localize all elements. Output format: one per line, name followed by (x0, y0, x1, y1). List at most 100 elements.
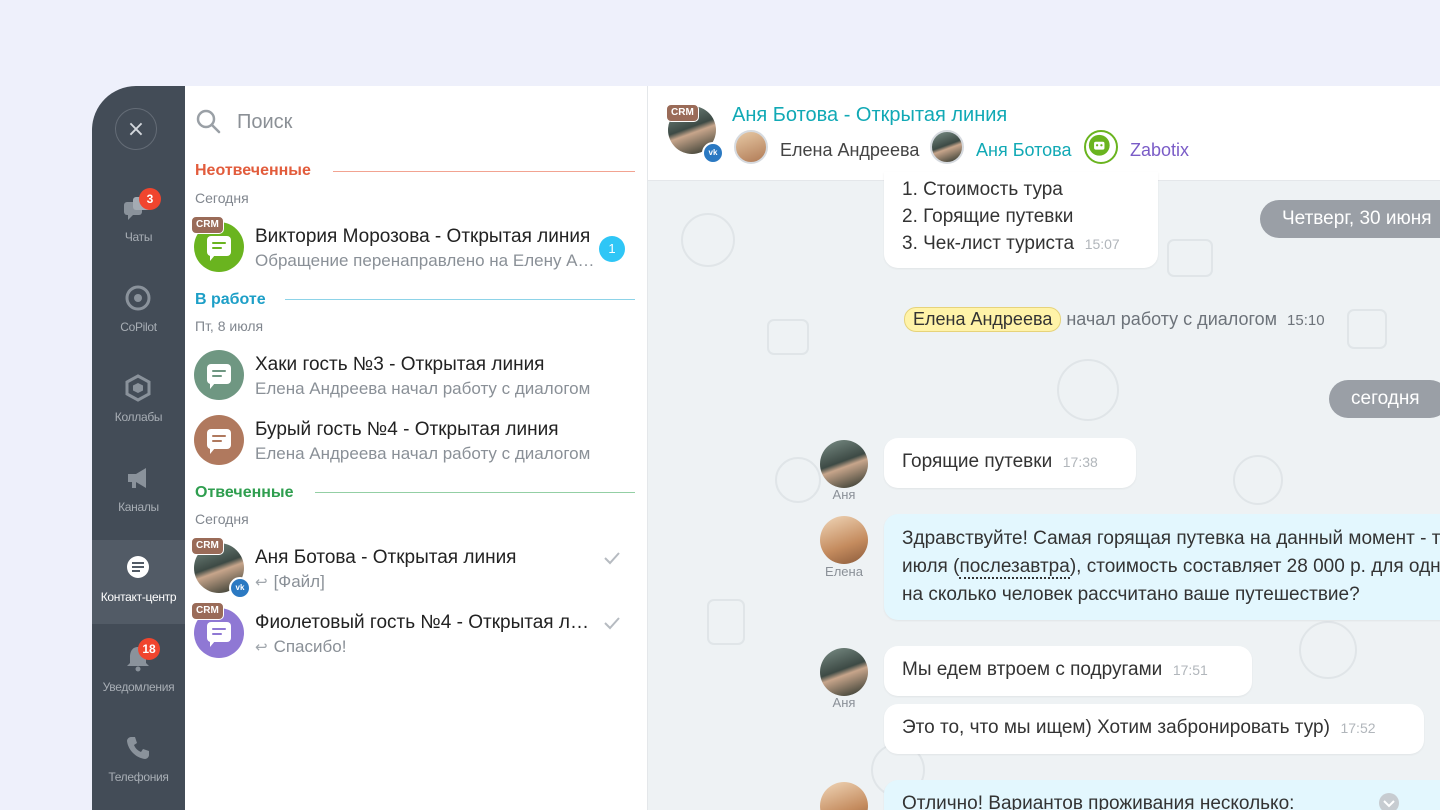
author-name: Елена (825, 564, 863, 579)
crm-badge: CRM (191, 216, 224, 234)
message-time: 17:51 (1172, 662, 1208, 678)
notifications-badge: 18 (138, 638, 160, 660)
search-icon (196, 109, 221, 134)
app-window: × 3 Чаты CoPilot Коллабы Каналы Контакт-… (92, 86, 1440, 810)
chat-name: Фиолетовый гость №4 - Открытая линия (255, 612, 590, 633)
chat-icon (207, 622, 231, 647)
section-title-answered: Отвеченные (195, 484, 294, 501)
chat-item[interactable]: Бурый гость №4 - Открытая линия Елена Ан… (185, 409, 647, 471)
dialog-title[interactable]: Аня Ботова - Открытая линия (732, 104, 1007, 127)
date-label: Сегодня (195, 511, 249, 527)
chat-name: Виктория Морозова - Открытая линия (255, 226, 591, 247)
list-item: 3. Чек-лист туриста 15:07 (902, 233, 1120, 254)
author-avatar[interactable] (820, 440, 868, 488)
check-icon (604, 552, 620, 565)
reply-icon: ↩ (255, 573, 268, 591)
copilot-icon (125, 285, 151, 311)
message-bubble: Это то, что мы ищем) Хотим забронировать… (884, 704, 1424, 754)
crm-badge: CRM (191, 537, 224, 555)
rail-label: Чаты (124, 230, 153, 244)
system-message: Елена Андреева начал работу с диалогом 1… (904, 307, 1325, 332)
member-name: Елена Андреева (780, 140, 920, 160)
megaphone-icon (128, 468, 146, 488)
mention-tag[interactable]: Елена Андреева (904, 307, 1062, 332)
rail-item-copilot[interactable]: CoPilot (92, 270, 185, 354)
chevron-down-icon[interactable] (1378, 792, 1400, 810)
left-rail: × 3 Чаты CoPilot Коллабы Каналы Контакт-… (92, 86, 185, 810)
chat-item[interactable]: Хаки гость №3 - Открытая линия Елена Анд… (185, 344, 647, 406)
chat-item[interactable]: CRM Виктория Морозова - Открытая линия О… (185, 216, 647, 278)
list-item: 2. Горящие путевки (902, 206, 1074, 227)
rail-item-collabs[interactable]: Коллабы (92, 360, 185, 444)
chat-item-selected[interactable]: CRM vk Аня Ботова - Открытая линия ↩ [Фай… (185, 537, 647, 599)
member-avatar (1084, 130, 1118, 164)
reply-icon: ↩ (255, 638, 268, 656)
crm-badge: CRM (191, 602, 224, 620)
message-bubble-outgoing: Здравствуйте! Самая горящая путевка на д… (884, 514, 1440, 620)
date-label: Пт, 8 июля (195, 318, 264, 334)
rail-label: Коллабы (114, 410, 163, 424)
chat-preview: ↩ [Файл] (255, 572, 325, 591)
member-elena[interactable]: Елена Андреева (734, 130, 924, 166)
member-name: Zabotix (1130, 140, 1190, 160)
chat-header: CRM vk Аня Ботова - Открытая линия Елена… (648, 86, 1440, 181)
chat-preview: Обращение перенаправлено на Елену Андрее… (255, 251, 595, 270)
chat-list-panel: Неотвеченные Сегодня CRM Виктория Морозо… (185, 86, 648, 810)
rail-item-telephony[interactable]: Телефония (92, 720, 185, 804)
rail-label: Уведомления (102, 680, 175, 694)
chat-icon (207, 236, 231, 261)
date-separator: Четверг, 30 июня (1260, 200, 1440, 238)
search-input[interactable] (235, 106, 619, 138)
close-button[interactable]: × (115, 108, 157, 150)
author-avatar[interactable] (820, 648, 868, 696)
check-icon (604, 617, 620, 630)
section-divider (315, 492, 635, 493)
chat-icon (207, 429, 231, 454)
rail-label: Каналы (118, 500, 159, 514)
rail-item-contact-center[interactable]: Контакт-центр (92, 540, 185, 624)
author-name: Аня (832, 695, 856, 710)
message-time: 15:07 (1084, 236, 1120, 252)
chat-name: Аня Ботова - Открытая линия (255, 547, 517, 568)
chat-name: Хаки гость №3 - Открытая линия (255, 354, 545, 375)
rail-label: Контакт-центр (100, 590, 177, 604)
vk-icon: vk (702, 142, 724, 164)
member-avatar (734, 130, 768, 164)
chat-name: Бурый гость №4 - Открытая линия (255, 419, 559, 440)
chat-preview: ↩ Спасибо! (255, 637, 347, 656)
chat-preview: Елена Андреева начал работу с диалогом (255, 444, 591, 463)
message-bubble: Мы едем втроем с подругами 17:51 (884, 646, 1252, 696)
member-name: Аня Ботова (976, 140, 1072, 160)
phone-icon (127, 737, 149, 759)
rail-item-notifications[interactable]: 18 Уведомления (92, 630, 185, 714)
member-zabotix[interactable]: Zabotix (1084, 130, 1204, 166)
rail-label: CoPilot (120, 320, 157, 334)
hexagon-icon (125, 374, 151, 402)
author-avatar[interactable] (820, 516, 868, 564)
date-label: Сегодня (195, 190, 249, 206)
section-divider (333, 171, 635, 172)
date-separator: сегодня (1329, 380, 1440, 418)
chat-avatar (194, 350, 244, 400)
chat-preview: Елена Андреева начал работу с диалогом (255, 379, 591, 398)
section-title-in-work: В работе (195, 291, 266, 308)
rail-item-chats[interactable]: 3 Чаты (92, 180, 185, 264)
member-anya[interactable]: Аня Ботова (930, 130, 1080, 166)
unread-counter: 1 (599, 236, 625, 262)
message-bubble-outgoing: Отлично! Вариантов проживания несколько: (884, 780, 1440, 810)
message-list: 1. Стоимость тура 2. Горящие путевки 3. … (884, 172, 1158, 268)
section-title-unanswered: Неотвеченные (195, 162, 311, 179)
author-name: Аня (832, 487, 856, 502)
chat-avatar (194, 415, 244, 465)
chat-item[interactable]: CRM Фиолетовый гость №4 - Открытая линия… (185, 602, 647, 664)
message-time: 17:52 (1340, 720, 1376, 736)
rail-item-channels[interactable]: Каналы (92, 450, 185, 534)
section-divider (285, 299, 635, 300)
bot-icon (1088, 134, 1110, 156)
chat-icon (207, 364, 231, 389)
chats-badge: 3 (139, 188, 161, 210)
message-bubble: Горящие путевки 17:38 (884, 438, 1136, 488)
message-time: 17:38 (1062, 454, 1098, 470)
member-avatar (930, 130, 964, 164)
contact-center-icon (127, 556, 149, 578)
